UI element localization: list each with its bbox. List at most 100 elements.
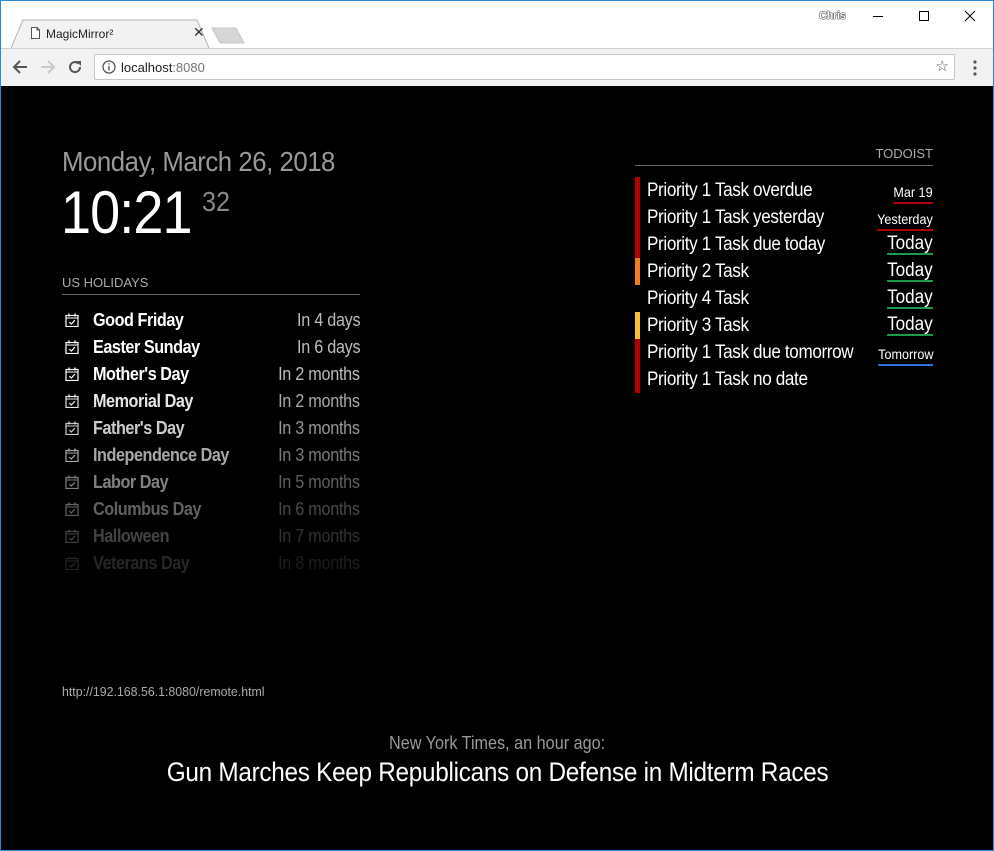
todoist-task: Priority 2 Task Today — [635, 258, 933, 285]
remote-control-url: http://192.168.56.1:8080/remote.html — [62, 684, 265, 699]
browser-toolbar: localhost:8080 ☆ — [1, 48, 993, 86]
calendar-event-name: Memorial Day — [93, 391, 193, 411]
calendar-event: Halloween In 7 months — [62, 523, 360, 550]
close-window-button[interactable] — [947, 1, 993, 31]
info-icon[interactable] — [102, 60, 116, 74]
news-source-text: New York Times, an hour ago: — [388, 733, 606, 753]
calendar-event-list: Good Friday In 4 days Easter Sunday In 6 da… — [62, 307, 360, 577]
calendar-event-name: Mother's Day — [93, 364, 189, 384]
calendar-check-icon — [65, 475, 79, 489]
minimize-icon — [873, 16, 883, 17]
calendar-event-when: In 5 months — [278, 472, 360, 492]
calendar-check-icon — [65, 421, 79, 435]
calendar-event: Mother's Day In 2 months — [62, 361, 360, 388]
calendar-event-name: Independence Day — [93, 445, 229, 465]
todoist-task-name: Priority 2 Task — [647, 261, 749, 282]
menu-kebab-icon[interactable] — [967, 58, 983, 78]
calendar-event-when: In 6 days — [296, 337, 361, 357]
maximize-button[interactable] — [901, 1, 947, 31]
calendar-event-when: In 7 months — [278, 526, 360, 546]
calendar-check-icon — [65, 340, 79, 354]
reload-icon — [69, 61, 82, 74]
profile-name[interactable]: Chris — [819, 10, 846, 22]
priority-indicator — [635, 339, 640, 366]
priority-indicator — [635, 366, 640, 393]
todoist-task: Priority 1 Task no date — [635, 366, 933, 393]
calendar-event-name: Labor Day — [93, 472, 169, 492]
todoist-task: Priority 4 Task Today — [635, 285, 933, 312]
clock-time: 10:21 — [61, 179, 193, 246]
todoist-task-name: Priority 1 Task due tomorrow — [647, 342, 854, 363]
calendar-event-when: In 3 months — [278, 418, 360, 438]
calendar-event: Columbus Day In 6 months — [62, 496, 360, 523]
calendar-check-icon — [65, 529, 79, 543]
calendar-event: Easter Sunday In 6 days — [62, 334, 360, 361]
todoist-task: Priority 1 Task overdue Mar 19 — [635, 177, 933, 204]
priority-indicator — [635, 258, 640, 285]
todoist-task-due: Today — [887, 287, 933, 309]
close-icon — [964, 10, 976, 22]
todoist-task-name: Priority 1 Task no date — [647, 369, 808, 390]
calendar-event-name: Veterans Day — [93, 553, 190, 573]
news-source: New York Times, an hour ago: — [1, 733, 993, 754]
todoist-task-list: Priority 1 Task overdue Mar 19 Priority 1 … — [635, 177, 933, 393]
priority-indicator — [635, 177, 640, 204]
forward-button[interactable] — [37, 56, 59, 78]
todoist-task-due: Mar 19 — [893, 183, 933, 204]
calendar-header: US HOLIDAYS — [62, 275, 360, 295]
todoist-task-name: Priority 1 Task yesterday — [647, 207, 824, 228]
minimize-button[interactable] — [855, 1, 901, 31]
back-button[interactable] — [9, 56, 31, 78]
priority-indicator — [635, 231, 640, 258]
todoist-task-name: Priority 4 Task — [647, 288, 749, 309]
calendar-check-icon — [65, 313, 79, 327]
calendar-event-name: Easter Sunday — [93, 337, 200, 357]
news-headline-text: Gun Marches Keep Republicans on Defense … — [167, 757, 829, 787]
todoist-task-due: Today — [887, 233, 933, 255]
calendar-event-when: In 2 months — [278, 364, 360, 384]
calendar-event-when: In 6 months — [278, 499, 360, 519]
calendar-check-icon — [65, 556, 79, 570]
tab-close-icon[interactable]: ✕ — [193, 24, 205, 41]
todoist-task-due: Today — [887, 260, 933, 282]
bookmark-star-icon[interactable]: ☆ — [936, 59, 949, 75]
calendar-check-icon — [65, 502, 79, 516]
url-text[interactable]: localhost:8080 — [121, 60, 205, 75]
priority-indicator — [635, 285, 640, 312]
tab-magicmirror[interactable]: MagicMirror² ✕ — [11, 19, 210, 49]
reload-button[interactable] — [64, 56, 86, 78]
calendar-event: Good Friday In 4 days — [62, 307, 360, 334]
calendar-event-name: Columbus Day — [93, 499, 202, 519]
calendar-event-when: In 2 months — [278, 391, 360, 411]
calendar-event: Memorial Day In 2 months — [62, 388, 360, 415]
todoist-task-name: Priority 1 Task due today — [647, 234, 825, 255]
calendar-check-icon — [65, 367, 79, 381]
todoist-task-due: Yesterday — [877, 210, 933, 231]
magicmirror-page: Monday, March 26, 2018 10:21 32 US HOLID… — [1, 86, 993, 850]
todoist-task-name: Priority 3 Task — [647, 315, 749, 336]
new-tab-button[interactable] — [211, 27, 245, 44]
priority-indicator — [635, 204, 640, 231]
todoist-header: TODOIST — [635, 146, 933, 166]
calendar-check-icon — [65, 394, 79, 408]
todoist-task: Priority 3 Task Today — [635, 312, 933, 339]
forward-arrow-icon — [41, 60, 56, 74]
calendar-event-name: Father's Day — [93, 418, 185, 438]
address-bar[interactable]: localhost:8080 ☆ — [94, 54, 955, 80]
calendar-event: Labor Day In 5 months — [62, 469, 360, 496]
todoist-task: Priority 1 Task due tomorrow Tomorrow — [635, 339, 933, 366]
calendar-check-icon — [65, 448, 79, 462]
browser-window: MagicMirror² ✕ Chris localhost:8080 ☆ Mo… — [0, 0, 994, 851]
calendar-event-when: In 3 months — [278, 445, 360, 465]
clock-date: Monday, March 26, 2018 — [62, 146, 335, 177]
todoist-task: Priority 1 Task yesterday Yesterday — [635, 204, 933, 231]
back-arrow-icon — [12, 60, 27, 74]
calendar-event-name: Halloween — [93, 526, 170, 546]
calendar-event-when: In 8 months — [278, 553, 360, 573]
todoist-task-due: Tomorrow — [877, 345, 933, 366]
todoist-task: Priority 1 Task due today Today — [635, 231, 933, 258]
calendar-event: Veterans Day In 8 months — [62, 550, 360, 577]
calendar-event: Father's Day In 3 months — [62, 415, 360, 442]
todoist-task-due: Today — [887, 314, 933, 336]
clock-seconds: 32 — [202, 186, 231, 217]
